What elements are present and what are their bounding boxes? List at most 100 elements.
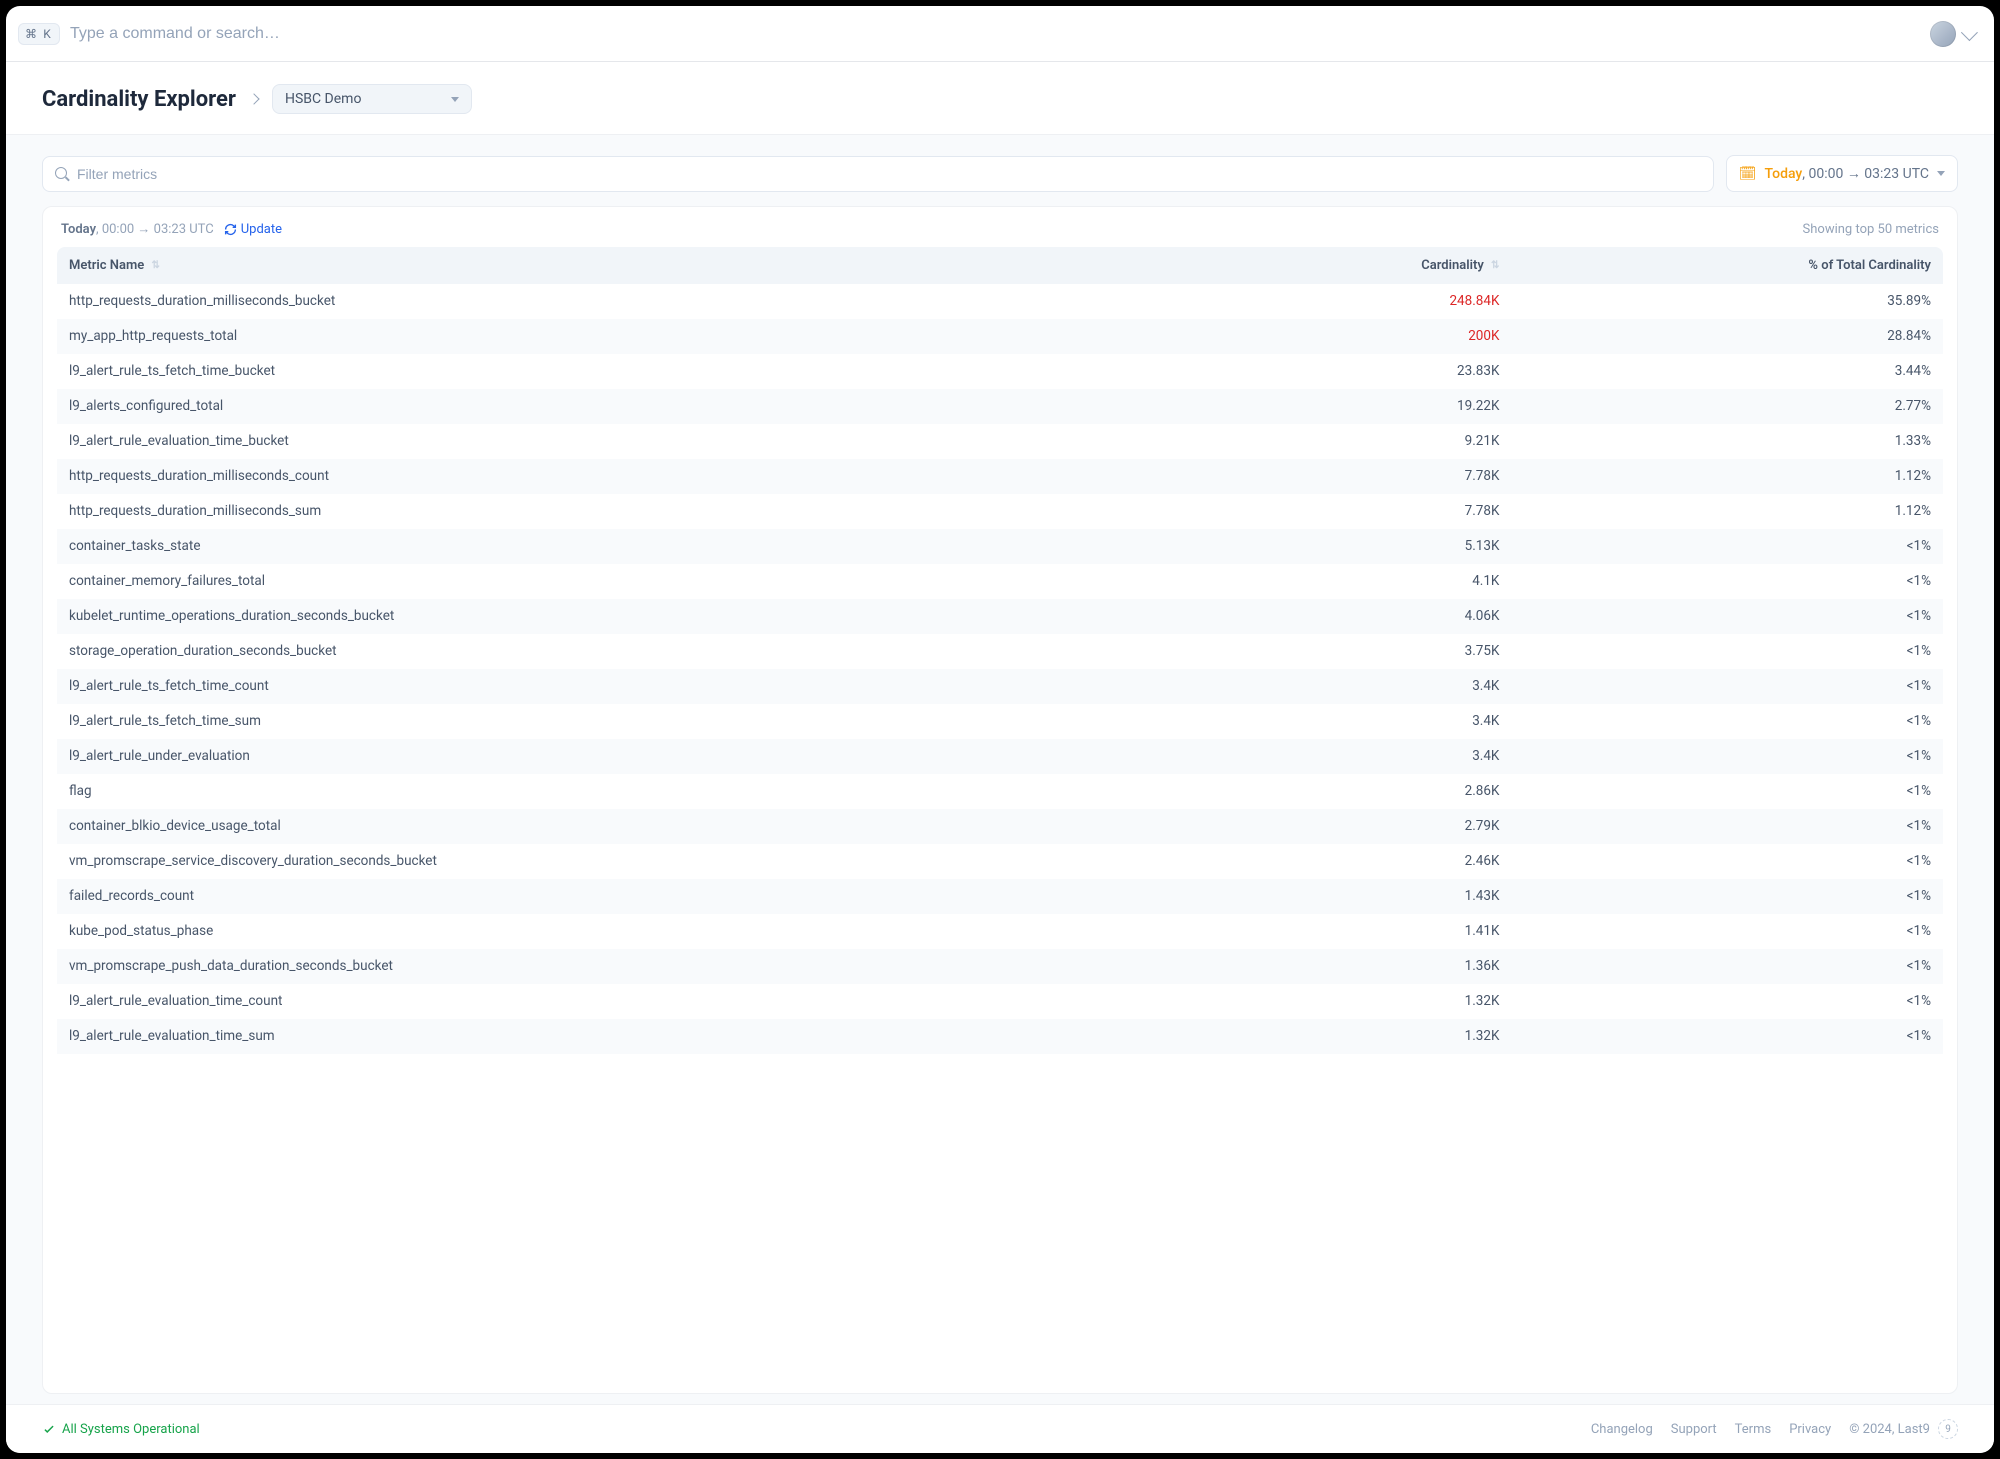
footer-link-privacy[interactable]: Privacy	[1789, 1422, 1831, 1437]
metric-name-cell: l9_alert_rule_under_evaluation	[57, 739, 1211, 774]
search-icon	[55, 167, 69, 181]
table-row[interactable]: l9_alert_rule_ts_fetch_time_sum3.4K<1%	[57, 704, 1943, 739]
pct-cell: <1%	[1511, 984, 1943, 1019]
metric-name-cell: vm_promscrape_push_data_duration_seconds…	[57, 949, 1211, 984]
cardinality-cell: 4.06K	[1211, 599, 1512, 634]
table-row[interactable]: my_app_http_requests_total200K28.84%	[57, 319, 1943, 354]
table-row[interactable]: l9_alerts_configured_total19.22K2.77%	[57, 389, 1943, 424]
pct-cell: <1%	[1511, 669, 1943, 704]
metrics-table: Metric Name ⇅ Cardinality ⇅ % of Total C…	[57, 247, 1943, 1054]
user-menu[interactable]	[1930, 21, 1974, 47]
showing-count-label: Showing top 50 metrics	[1803, 222, 1939, 237]
page-title: Cardinality Explorer	[42, 87, 236, 112]
table-row[interactable]: vm_promscrape_push_data_duration_seconds…	[57, 949, 1943, 984]
page-header: Cardinality Explorer HSBC Demo	[6, 62, 1994, 135]
table-row[interactable]: http_requests_duration_milliseconds_coun…	[57, 459, 1943, 494]
col-cardinality[interactable]: Cardinality ⇅	[1211, 247, 1512, 284]
brand-logo-icon: 9	[1938, 1419, 1958, 1439]
table-row[interactable]: container_blkio_device_usage_total2.79K<…	[57, 809, 1943, 844]
caret-down-icon	[451, 97, 459, 102]
pct-cell: <1%	[1511, 739, 1943, 774]
table-row[interactable]: container_memory_failures_total4.1K<1%	[57, 564, 1943, 599]
table-row[interactable]: failed_records_count1.43K<1%	[57, 879, 1943, 914]
table-row[interactable]: container_tasks_state5.13K<1%	[57, 529, 1943, 564]
footer-link-support[interactable]: Support	[1671, 1422, 1717, 1437]
cardinality-cell: 2.79K	[1211, 809, 1512, 844]
check-icon	[42, 1422, 56, 1436]
cardinality-cell: 1.41K	[1211, 914, 1512, 949]
footer-link-terms[interactable]: Terms	[1735, 1422, 1772, 1437]
table-row[interactable]: http_requests_duration_milliseconds_buck…	[57, 284, 1943, 319]
cardinality-cell: 1.32K	[1211, 984, 1512, 1019]
table-row[interactable]: l9_alert_rule_ts_fetch_time_bucket23.83K…	[57, 354, 1943, 389]
metric-name-cell: failed_records_count	[57, 879, 1211, 914]
pct-cell: <1%	[1511, 949, 1943, 984]
cardinality-cell: 3.4K	[1211, 669, 1512, 704]
metric-name-cell: container_memory_failures_total	[57, 564, 1211, 599]
status-indicator[interactable]: All Systems Operational	[42, 1422, 200, 1437]
metric-filter-input[interactable]	[77, 166, 1701, 182]
time-range-today-label: Today	[1765, 166, 1803, 182]
caret-down-icon	[1937, 171, 1945, 176]
table-row[interactable]: l9_alert_rule_evaluation_time_bucket9.21…	[57, 424, 1943, 459]
top-command-bar: ⌘ K	[6, 6, 1994, 62]
table-row[interactable]: http_requests_duration_milliseconds_sum7…	[57, 494, 1943, 529]
card-range-today: Today	[61, 222, 96, 237]
pct-cell: 1.12%	[1511, 459, 1943, 494]
table-row[interactable]: vm_promscrape_service_discovery_duration…	[57, 844, 1943, 879]
card-header: Today, 00:00 → 03:23 UTC Update Showing …	[43, 207, 1957, 247]
cardinality-cell: 2.46K	[1211, 844, 1512, 879]
pct-cell: <1%	[1511, 599, 1943, 634]
pct-cell: <1%	[1511, 914, 1943, 949]
table-row[interactable]: l9_alert_rule_evaluation_time_count1.32K…	[57, 984, 1943, 1019]
col-metric-name-label: Metric Name	[69, 258, 144, 273]
metric-name-cell: l9_alert_rule_evaluation_time_sum	[57, 1019, 1211, 1054]
table-row[interactable]: l9_alert_rule_evaluation_time_sum1.32K<1…	[57, 1019, 1943, 1054]
footer-link-changelog[interactable]: Changelog	[1591, 1422, 1653, 1437]
cardinality-cell: 3.4K	[1211, 739, 1512, 774]
col-pct-label: % of Total Cardinality	[1808, 258, 1931, 273]
metric-name-cell: storage_operation_duration_seconds_bucke…	[57, 634, 1211, 669]
cardinality-cell: 19.22K	[1211, 389, 1512, 424]
command-search-input[interactable]	[70, 25, 1920, 43]
time-range-picker[interactable]: 🗓 Today, 00:00 → 03:23 UTC	[1726, 155, 1958, 192]
pct-cell: <1%	[1511, 809, 1943, 844]
table-row[interactable]: l9_alert_rule_ts_fetch_time_count3.4K<1%	[57, 669, 1943, 704]
table-row[interactable]: storage_operation_duration_seconds_bucke…	[57, 634, 1943, 669]
col-metric-name[interactable]: Metric Name ⇅	[57, 247, 1211, 284]
app-window: ⌘ K Cardinality Explorer HSBC Demo 🗓	[6, 6, 1994, 1453]
metric-name-cell: flag	[57, 774, 1211, 809]
pct-cell: 2.77%	[1511, 389, 1943, 424]
calendar-icon: 🗓	[1739, 166, 1757, 182]
metric-name-cell: l9_alert_rule_ts_fetch_time_count	[57, 669, 1211, 704]
update-button[interactable]: Update	[224, 222, 282, 237]
cmd-key-label: K	[41, 27, 53, 41]
metric-name-cell: http_requests_duration_milliseconds_sum	[57, 494, 1211, 529]
metric-name-cell: vm_promscrape_service_discovery_duration…	[57, 844, 1211, 879]
cardinality-cell: 1.32K	[1211, 1019, 1512, 1054]
metric-filter-box[interactable]	[42, 156, 1714, 192]
cmd-symbol-icon: ⌘	[25, 27, 37, 41]
col-pct[interactable]: % of Total Cardinality	[1511, 247, 1943, 284]
table-row[interactable]: kube_pod_status_phase1.41K<1%	[57, 914, 1943, 949]
col-cardinality-label: Cardinality	[1421, 258, 1484, 273]
pct-cell: 1.12%	[1511, 494, 1943, 529]
avatar	[1930, 21, 1956, 47]
table-row[interactable]: kubelet_runtime_operations_duration_seco…	[57, 599, 1943, 634]
cardinality-cell: 5.13K	[1211, 529, 1512, 564]
metrics-table-wrapper[interactable]: Metric Name ⇅ Cardinality ⇅ % of Total C…	[43, 247, 1957, 1393]
update-label: Update	[241, 222, 282, 237]
table-row[interactable]: flag2.86K<1%	[57, 774, 1943, 809]
chevron-right-icon	[248, 93, 259, 104]
table-row[interactable]: l9_alert_rule_under_evaluation3.4K<1%	[57, 739, 1943, 774]
sort-icon: ⇅	[1491, 262, 1499, 270]
org-select[interactable]: HSBC Demo	[272, 84, 472, 114]
metric-name-cell: l9_alert_rule_ts_fetch_time_bucket	[57, 354, 1211, 389]
pct-cell: <1%	[1511, 704, 1943, 739]
footer: All Systems Operational Changelog Support…	[6, 1404, 1994, 1453]
metric-name-cell: l9_alert_rule_evaluation_time_bucket	[57, 424, 1211, 459]
cardinality-cell: 7.78K	[1211, 459, 1512, 494]
metric-name-cell: kubelet_runtime_operations_duration_seco…	[57, 599, 1211, 634]
pct-cell: <1%	[1511, 564, 1943, 599]
pct-cell: 28.84%	[1511, 319, 1943, 354]
